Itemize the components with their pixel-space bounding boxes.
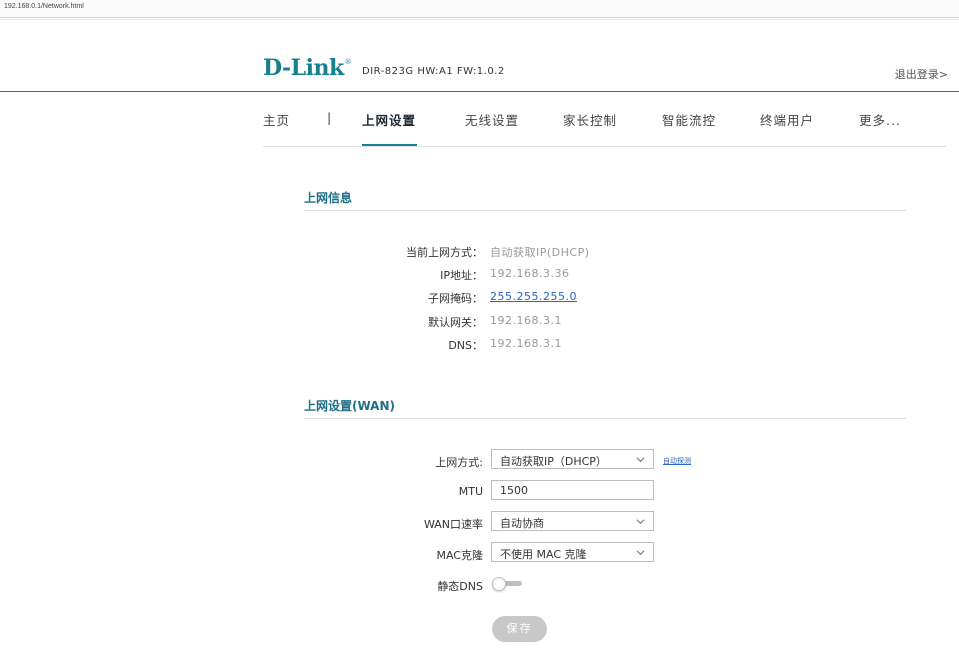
nav-separator: |	[327, 110, 333, 125]
mac-clone-value: 不使用 MAC 克隆	[500, 548, 587, 561]
model-info: DIR-823G HW:A1 FW:1.0.2	[362, 66, 505, 77]
info-connection-type-label: 当前上网方式：	[406, 246, 483, 259]
connection-type-label: 上网方式:	[435, 456, 483, 469]
toggle-knob	[492, 577, 506, 591]
mac-clone-select[interactable]: 不使用 MAC 克隆	[491, 542, 654, 562]
chevron-down-icon	[636, 457, 645, 463]
info-section-divider	[304, 210, 906, 211]
info-subnet-value[interactable]: 255.255.255.0	[490, 290, 577, 303]
info-ip-value: 192.168.3.36	[490, 267, 570, 280]
static-dns-toggle[interactable]	[492, 577, 522, 591]
connection-type-value: 自动获取IP（DHCP）	[500, 455, 607, 468]
address-url: 192.168.0.1/Network.html	[4, 3, 84, 10]
connection-type-select[interactable]: 自动获取IP（DHCP）	[491, 449, 654, 469]
nav-wireless-settings[interactable]: 无线设置	[465, 110, 519, 129]
logout-link[interactable]: 退出登录>	[895, 66, 948, 82]
nav-parental-control[interactable]: 家长控制	[563, 110, 617, 129]
registered-mark: ®	[344, 58, 352, 66]
nav-client-users[interactable]: 终端用户	[760, 110, 814, 129]
nav-more[interactable]: 更多...	[859, 110, 901, 129]
address-bar[interactable]: 192.168.0.1/Network.html	[0, 0, 959, 18]
wan-speed-label: WAN口速率	[423, 518, 483, 531]
main-nav: 主页 | 上网设置 无线设置 家长控制 智能流控 终端用户 更多...	[263, 92, 946, 146]
chevron-down-icon	[636, 550, 645, 556]
nav-internet-settings[interactable]: 上网设置	[362, 110, 416, 129]
save-button[interactable]: 保存	[492, 616, 547, 642]
info-subnet-label: 子网掩码：	[428, 292, 483, 305]
address-bar-divider	[0, 19, 959, 20]
auto-detect-link[interactable]: 自动探测	[663, 456, 691, 466]
info-dns-value: 192.168.3.1	[490, 337, 562, 350]
wan-section-title: 上网设置(WAN)	[304, 399, 395, 413]
brand-name: D-Link	[263, 55, 344, 81]
info-connection-type-value: 自动获取IP(DHCP)	[490, 246, 590, 259]
wan-section-divider	[304, 418, 906, 419]
nav-divider	[263, 146, 946, 147]
wan-speed-value: 自动协商	[500, 517, 544, 530]
mtu-label: MTU	[458, 485, 483, 498]
dlink-logo: D-Link ®	[263, 56, 352, 80]
nav-smart-qos[interactable]: 智能流控	[662, 110, 716, 129]
info-gateway-label: 默认网关：	[428, 316, 483, 329]
info-dns-label: DNS：	[448, 339, 483, 352]
chevron-down-icon	[636, 519, 645, 525]
info-ip-label: IP地址：	[440, 269, 483, 282]
info-gateway-value: 192.168.3.1	[490, 314, 562, 327]
mtu-input[interactable]: 1500	[491, 480, 654, 500]
mac-clone-label: MAC克隆	[436, 549, 483, 562]
wan-speed-select[interactable]: 自动协商	[491, 511, 654, 531]
nav-home[interactable]: 主页	[263, 110, 290, 129]
info-section-title: 上网信息	[304, 191, 353, 205]
mtu-value: 1500	[500, 484, 528, 497]
static-dns-label: 静态DNS	[437, 580, 483, 593]
